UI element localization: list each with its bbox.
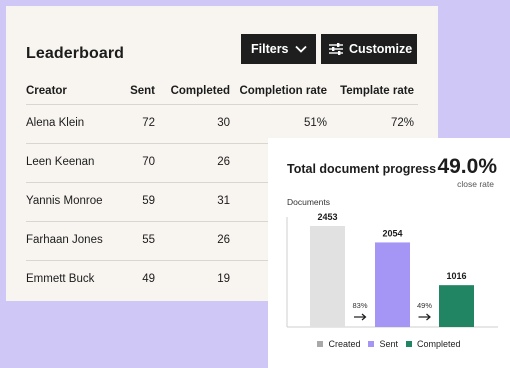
cell-sent: 49 (142, 273, 155, 285)
bar-created (310, 226, 345, 327)
legend-label-sent: Sent (379, 339, 398, 349)
customize-button[interactable]: Customize (321, 34, 417, 64)
filters-label: Filters (251, 42, 289, 56)
document-progress-card: Total document progress 49.0% close rate… (268, 138, 510, 368)
column-completed[interactable]: Completed (171, 80, 230, 102)
bar-value-label-created: 2453 (317, 212, 337, 222)
legend-label-completed: Completed (417, 339, 461, 349)
cell-completed: 30 (217, 117, 230, 129)
bar-sent (375, 242, 410, 327)
chart-legend: Created Sent Completed (268, 339, 510, 349)
column-sent[interactable]: Sent (130, 80, 155, 102)
cell-sent: 59 (142, 195, 155, 207)
legend-item-sent: Sent (368, 339, 398, 349)
column-creator[interactable]: Creator (26, 80, 67, 102)
sliders-icon (329, 43, 343, 55)
arrow-right-icon (418, 313, 431, 321)
progress-bar-chart: 2453 2054 1016 83% 49% (286, 212, 498, 328)
bar-value-label-sent: 2054 (382, 228, 402, 238)
table-header: Creator Sent Completed Completion rate T… (26, 80, 418, 102)
column-template-rate[interactable]: Template rate (340, 80, 414, 102)
cell-sent: 55 (142, 234, 155, 246)
conversion-label: 83% (352, 301, 367, 310)
customize-label: Customize (349, 42, 413, 56)
bar-completed (439, 285, 474, 327)
cell-sent: 72 (142, 117, 155, 129)
cell-creator: Alena Klein (26, 117, 85, 129)
cell-creator: Emmett Buck (26, 273, 95, 285)
cell-creator: Farhaan Jones (26, 234, 103, 246)
cell-completion-rate: 51% (303, 117, 327, 129)
bar-value-label-completed: 1016 (446, 271, 466, 281)
legend-swatch-sent (368, 341, 375, 347)
cell-creator: Yannis Monroe (26, 195, 103, 207)
cell-completed: 19 (217, 273, 230, 285)
cell-completed: 26 (217, 156, 230, 168)
cell-creator: Leen Keenan (26, 156, 95, 168)
cell-completed: 31 (217, 195, 230, 207)
conversion-label: 49% (417, 301, 432, 310)
chevron-down-icon (294, 45, 307, 53)
legend-item-created: Created (317, 339, 360, 349)
legend-label-created: Created (328, 339, 361, 349)
legend-swatch-created (317, 341, 324, 347)
cell-completed: 26 (217, 234, 230, 246)
cell-sent: 70 (142, 156, 155, 168)
legend-item-completed: Completed (406, 339, 461, 349)
legend-swatch-completed (406, 341, 412, 347)
column-completion-rate[interactable]: Completion rate (239, 80, 327, 102)
leaderboard-title: Leaderboard (26, 45, 125, 62)
filters-button[interactable]: Filters (241, 34, 316, 64)
cell-template-rate: 72% (390, 117, 414, 129)
arrow-right-icon (354, 313, 367, 321)
